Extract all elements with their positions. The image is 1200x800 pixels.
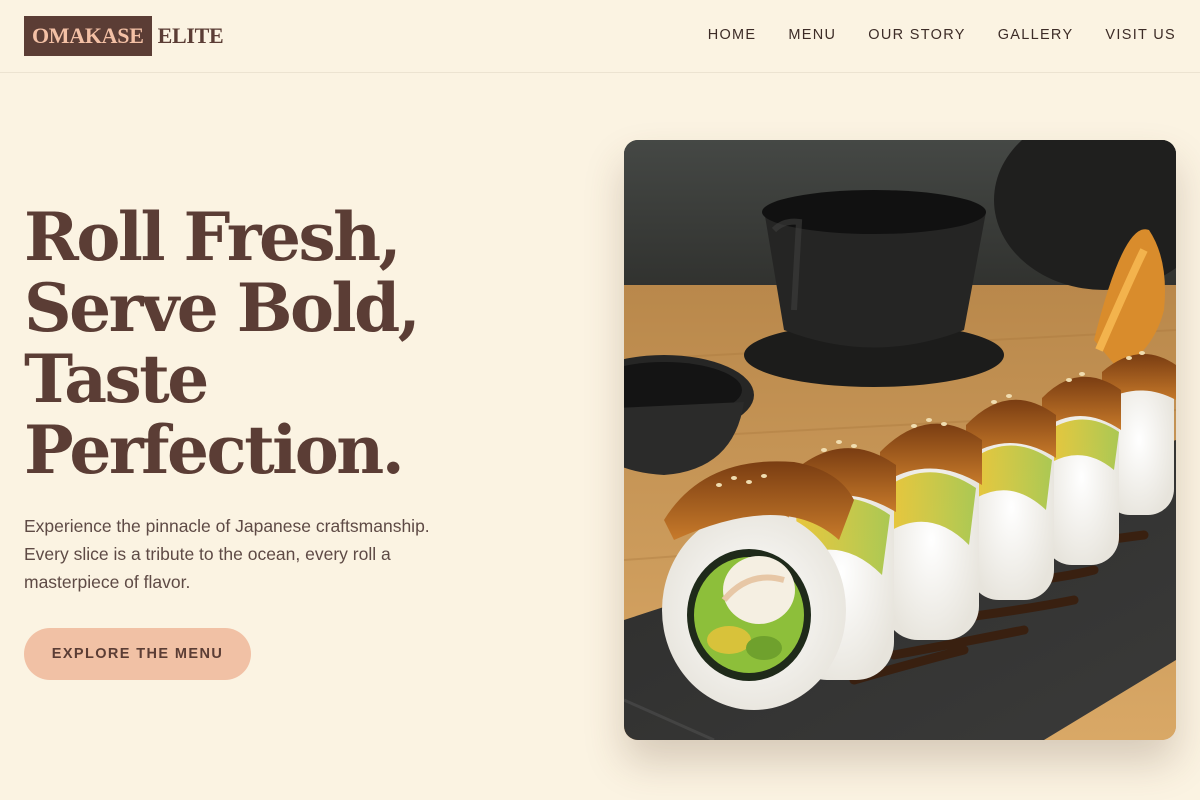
- main-nav: HOME MENU OUR STORY GALLERY VISIT US: [676, 24, 1176, 46]
- sushi-roll-photo: [624, 140, 1176, 740]
- logo-secondary: ELITE: [157, 23, 224, 48]
- nav-item-our-story[interactable]: OUR STORY: [868, 24, 965, 46]
- hero-subtitle-line: Experience the pinnacle of Japanese craf…: [24, 516, 430, 536]
- nav-item-visit-us[interactable]: VISIT US: [1105, 24, 1176, 46]
- hero-subtitle-line: Every slice is a tribute to the ocean, e…: [24, 544, 391, 564]
- hero-subtitle: Experience the pinnacle of Japanese craf…: [24, 512, 494, 596]
- hero-title: Roll Fresh, Serve Bold, Taste Perfection…: [24, 202, 584, 486]
- nav-item-home[interactable]: HOME: [708, 24, 757, 46]
- explore-menu-button[interactable]: EXPLORE THE MENU: [24, 628, 251, 680]
- nav-item-gallery[interactable]: GALLERY: [998, 24, 1074, 46]
- hero-title-line: Serve Bold,: [24, 269, 421, 347]
- logo[interactable]: OMAKASE ELITE: [24, 16, 224, 56]
- nav-item-menu[interactable]: MENU: [788, 24, 836, 46]
- hero-title-line: Roll Fresh,: [24, 198, 402, 276]
- hero-subtitle-line: masterpiece of flavor.: [24, 572, 191, 592]
- hero-title-line: Taste: [24, 340, 209, 418]
- logo-primary: OMAKASE: [24, 16, 152, 56]
- site-header: OMAKASE ELITE HOME MENU OUR STORY GALLER…: [0, 0, 1200, 73]
- hero-title-line: Perfection.: [24, 411, 405, 489]
